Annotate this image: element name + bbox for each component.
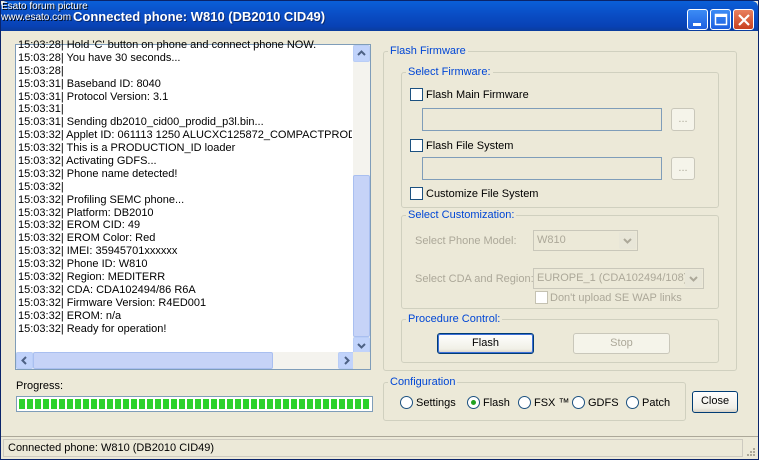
phone-model-select[interactable]: W810 — [533, 230, 638, 251]
flash-main-firmware-label: Flash Main Firmware — [426, 89, 529, 101]
log-line: 15:03:32| Firmware Version: R4ED001 — [18, 296, 207, 309]
config-radio-label: FSX ™ — [534, 397, 570, 409]
scroll-up-button[interactable] — [353, 45, 370, 62]
configuration-legend: Configuration — [390, 376, 456, 388]
log-line: 15:03:32| Phone ID: W810 — [18, 258, 148, 271]
log-line: 15:03:32| EROM CID: 49 — [18, 219, 141, 232]
flash-file-system-label: Flash File System — [426, 140, 514, 152]
file-system-path-field[interactable] — [422, 157, 662, 180]
log-line: 15:03:32| EROM: n/a — [18, 309, 122, 322]
close-window-button[interactable] — [733, 9, 754, 30]
arrow-right-icon — [344, 356, 350, 365]
select-firmware-legend: Select Firmware: — [408, 66, 491, 78]
progress-fill — [19, 399, 370, 409]
scroll-thumb-vertical[interactable] — [353, 175, 370, 337]
procedure-control-legend: Procedure Control: — [408, 313, 501, 325]
log-line: 15:03:32| Ready for operation! — [18, 322, 167, 335]
flash-firmware-legend: Flash Firmware — [390, 45, 466, 57]
log-line: 15:03:31| Baseband ID: 8040 — [18, 77, 161, 90]
config-radio-label: Settings — [416, 397, 456, 409]
log-line: 15:03:32| Platform: DB2010 — [18, 206, 154, 219]
flash-button[interactable]: Flash — [437, 333, 534, 354]
log-horizontal-scrollbar[interactable] — [16, 352, 355, 369]
phone-model-label: Select Phone Model: — [415, 235, 517, 247]
log-output[interactable]: 15:03:28| Hold 'C' button on phone and c… — [15, 39, 371, 370]
log-line: 15:03:31| Sending db2010_cid00_prodid_p3… — [18, 116, 264, 129]
config-radio-patch[interactable] — [626, 396, 639, 409]
status-bar: Connected phone: W810 (DB2010 CID49) — [1, 436, 758, 459]
flash-main-firmware-checkbox[interactable] — [410, 88, 423, 101]
config-radio-label: Patch — [642, 397, 671, 409]
log-line: 15:03:28| You have 30 seconds... — [18, 51, 181, 64]
cda-region-value: EUROPE_1 (CDA102494/108) — [537, 272, 688, 284]
log-line: 15:03:32| — [18, 180, 64, 193]
arrow-left-icon — [21, 356, 27, 365]
minimize-icon — [693, 23, 701, 26]
main-firmware-path-field[interactable] — [422, 108, 662, 131]
log-line: 15:03:32| Phone name detected! — [18, 167, 178, 180]
config-radio-label: Flash — [483, 397, 510, 409]
log-line: 15:03:32| IMEI: 35945701xxxxxx — [18, 245, 178, 258]
log-line: 15:03:32| Region: MEDITERR — [18, 271, 166, 284]
no-wap-links-label: Don't upload SE WAP links — [550, 292, 682, 304]
log-line: 15:03:32| Profiling SEMC phone... — [18, 193, 185, 206]
log-line: 15:03:32| This is a PRODUCTION_ID loader — [18, 142, 236, 155]
scroll-left-button[interactable] — [16, 352, 33, 369]
log-line: 15:03:31| Protocol Version: 3.1 — [18, 90, 169, 103]
log-line: 15:03:32| EROM Color: Red — [18, 232, 156, 245]
cda-region-label: Select CDA and Region: — [415, 273, 534, 285]
main-window: Esato forum picture www.esato.com Connec… — [0, 0, 759, 460]
no-wap-links-checkbox[interactable] — [535, 291, 548, 304]
log-lines: 15:03:28| Hold 'C' button on phone and c… — [18, 39, 352, 348]
log-vertical-scrollbar[interactable] — [353, 45, 370, 354]
log-line: 15:03:32| Activating GDFS... — [18, 155, 157, 168]
close-icon — [738, 14, 750, 26]
minimize-button[interactable] — [687, 9, 708, 30]
chevron-down-icon — [619, 232, 636, 249]
log-line: 15:03:31| — [18, 103, 64, 116]
progress-bar — [16, 396, 373, 412]
main-firmware-browse-button[interactable]: ... — [671, 108, 695, 131]
title-bar[interactable]: Esato forum picture www.esato.com Connec… — [1, 1, 758, 31]
progress-label: Progress: — [16, 380, 64, 392]
log-line: 15:03:32| CDA: CDA102494/86 R6A — [18, 283, 196, 296]
chevron-down-icon — [685, 270, 702, 287]
scroll-thumb-horizontal[interactable] — [33, 352, 273, 369]
arrow-up-icon — [357, 50, 366, 56]
maximize-icon — [714, 13, 728, 26]
scrollbar-corner — [353, 352, 370, 369]
customize-file-system-checkbox[interactable] — [410, 187, 423, 200]
file-system-browse-button[interactable]: ... — [671, 157, 695, 180]
log-line: 15:03:28| Hold 'C' button on phone and c… — [18, 39, 317, 51]
config-radio-fsx[interactable] — [518, 396, 531, 409]
close-button[interactable]: Close — [692, 391, 738, 413]
window-title: Connected phone: W810 (DB2010 CID49) — [73, 9, 326, 24]
log-line: 15:03:32| Applet ID: 061113 1250 ALUCXC1… — [18, 129, 352, 142]
select-customization-legend: Select Customization: — [408, 209, 515, 221]
cda-region-select[interactable]: EUROPE_1 (CDA102494/108) — [533, 268, 704, 289]
phone-model-value: W810 — [537, 234, 566, 246]
select-firmware-group: Select Firmware: — [401, 66, 719, 208]
flash-file-system-checkbox[interactable] — [410, 139, 423, 152]
config-radio-settings[interactable] — [400, 396, 413, 409]
customize-file-system-label: Customize File System — [426, 188, 539, 200]
maximize-button[interactable] — [710, 9, 731, 30]
resize-grip-icon[interactable] — [744, 445, 756, 457]
stop-button[interactable]: Stop — [573, 333, 670, 354]
log-line: 15:03:28| — [18, 64, 64, 77]
arrow-down-icon — [357, 343, 366, 349]
status-text: Connected phone: W810 (DB2010 CID49) — [3, 439, 743, 457]
config-radio-flash[interactable] — [467, 396, 480, 409]
config-radio-label: GDFS — [588, 397, 619, 409]
config-radio-gdfs[interactable] — [572, 396, 585, 409]
